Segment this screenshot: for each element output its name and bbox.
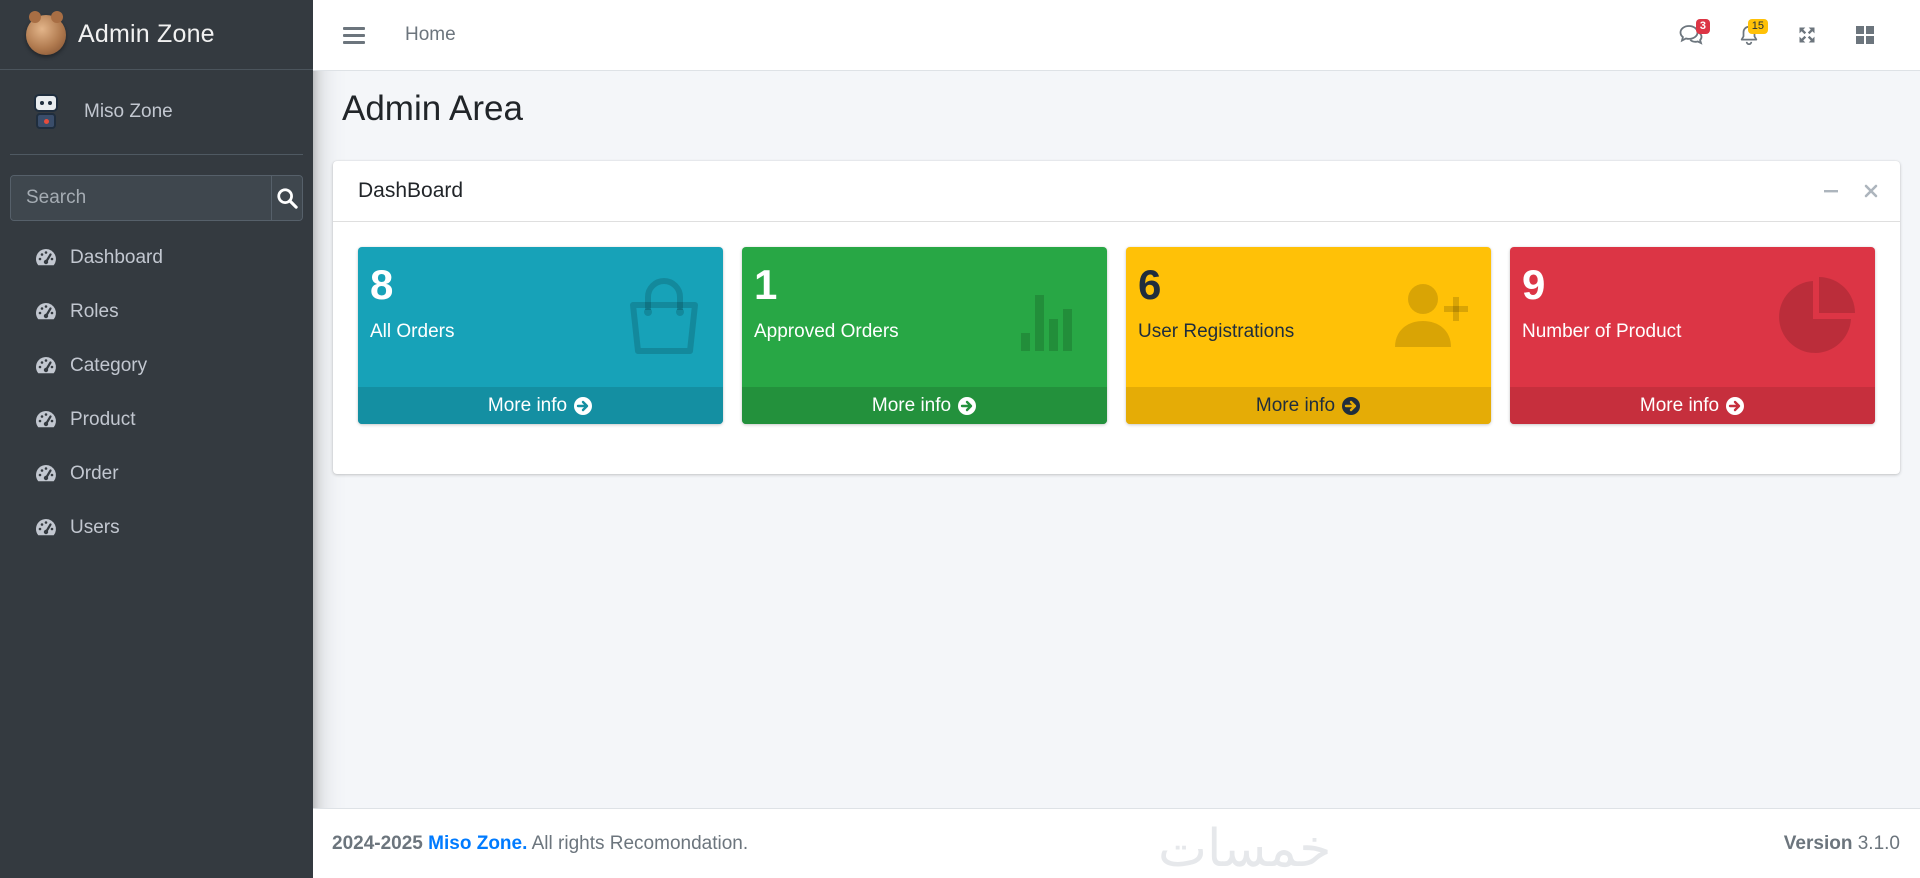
box-count: 6 [1138,261,1162,308]
sidebar-item-label: Category [70,355,148,376]
box-inner: 1 Approved Orders [742,247,1107,387]
box-inner: 6 User Registrations [1126,247,1491,387]
nav-home-link[interactable]: Home [405,24,456,46]
close-icon [1864,184,1878,198]
arrow-circle-right-icon [958,396,977,415]
approved-orders-more-info-link[interactable]: More info [742,387,1107,424]
arrow-circle-right-icon [574,396,593,415]
card-header: DashBoard [333,161,1900,222]
sidebar-item-category[interactable]: Category [0,339,313,393]
card-body: 8 All Orders More info 1 Approved Orders [333,222,1900,474]
sidebar-item-label: Product [70,409,136,430]
content-wrapper: Admin Area DashBoard 8 All Orders More i… [313,71,1920,808]
tachometer-icon [36,303,56,320]
sidebar-item-label: Dashboard [70,247,163,268]
remove-button[interactable] [1862,182,1880,200]
copyright-text: 2024-2025 Miso Zone. All rights Recomond… [332,833,748,855]
card-title: DashBoard [358,179,464,202]
messages-button[interactable]: 3 [1662,15,1720,55]
teddy-bear-logo-icon [26,10,66,55]
sidebar-item-roles[interactable]: Roles [0,285,313,339]
more-info-label: More info [871,394,952,416]
minus-icon [1824,190,1838,193]
tachometer-icon [36,357,56,374]
version-info: Version 3.1.0 [1784,833,1900,855]
box-label: All Orders [370,321,455,342]
sidebar-item-label: Users [70,517,120,538]
sidebar-item-users[interactable]: Users [0,501,313,555]
brand-link[interactable]: Admin Zone [0,0,313,70]
copyright-years: 2024-2025 [332,832,423,854]
sidebar-item-product[interactable]: Product [0,393,313,447]
user-registrations-more-info-link[interactable]: More info [1126,387,1491,424]
search-icon [277,188,298,209]
top-navbar: Home 3 15 [313,0,1920,71]
expand-arrows-icon [1799,27,1815,43]
main-footer: 2024-2025 Miso Zone. All rights Recomond… [313,808,1920,878]
control-sidebar-button[interactable] [1836,15,1894,55]
tachometer-icon [36,519,56,536]
approved-orders-box: 1 Approved Orders More info [742,247,1107,424]
footer-brand-link[interactable]: Miso Zone. [428,833,527,854]
box-label: User Registrations [1138,321,1295,342]
notifications-badge: 15 [1747,19,1768,34]
tachometer-icon [36,249,56,266]
sidebar-item-order[interactable]: Order [0,447,313,501]
sidebar-item-dashboard[interactable]: Dashboard [0,231,313,285]
box-inner: 9 Number of Product [1510,247,1875,387]
arrow-circle-right-icon [1342,396,1361,415]
tachometer-icon [36,465,56,482]
menu-toggle-icon[interactable] [343,23,365,48]
card-tools [1822,182,1880,200]
brand-title: Admin Zone [78,20,215,48]
search-button[interactable] [271,176,302,220]
copyright-rights: All rights Recomondation. [531,832,749,854]
box-count: 8 [370,261,394,308]
sidebar-item-label: Order [70,463,119,484]
sidebar-item-label: Roles [70,301,119,322]
dashboard-card: DashBoard 8 All Orders More info 1 Appro… [333,161,1900,474]
sidebar-nav: Dashboard Roles Category Product Order U… [0,231,313,555]
more-info-label: More info [1639,394,1720,416]
robot-avatar-icon [26,90,66,134]
arrow-circle-right-icon [1726,396,1745,415]
user-panel[interactable]: Miso Zone [10,70,303,155]
all-orders-box: 8 All Orders More info [358,247,723,424]
version-value: 3.1.0 [1857,832,1900,854]
box-count: 1 [754,261,778,308]
all-orders-more-info-link[interactable]: More info [358,387,723,424]
more-info-label: More info [1255,394,1336,416]
number-of-product-box: 9 Number of Product More info [1510,247,1875,424]
user-name[interactable]: Miso Zone [84,101,173,123]
navbar-right: 3 15 [1662,15,1894,55]
number-of-product-more-info-link[interactable]: More info [1510,387,1875,424]
tachometer-icon [36,411,56,428]
fullscreen-button[interactable] [1778,15,1836,55]
grid-icon [1856,26,1874,44]
messages-badge: 3 [1695,19,1710,34]
page-title: Admin Area [342,89,523,128]
version-label: Version [1783,832,1853,854]
sidebar: Admin Zone Miso Zone Dashboard Roles Cat [0,0,313,878]
notifications-button[interactable]: 15 [1720,15,1778,55]
more-info-label: More info [487,394,568,416]
watermark-text: خمسات [1158,819,1332,878]
user-registrations-box: 6 User Registrations More info [1126,247,1491,424]
search-input[interactable] [11,176,271,220]
collapse-button[interactable] [1822,182,1840,200]
box-label: Number of Product [1522,321,1682,342]
box-inner: 8 All Orders [358,247,723,387]
sidebar-search [10,175,303,221]
box-count: 9 [1522,261,1546,308]
box-label: Approved Orders [754,321,899,342]
